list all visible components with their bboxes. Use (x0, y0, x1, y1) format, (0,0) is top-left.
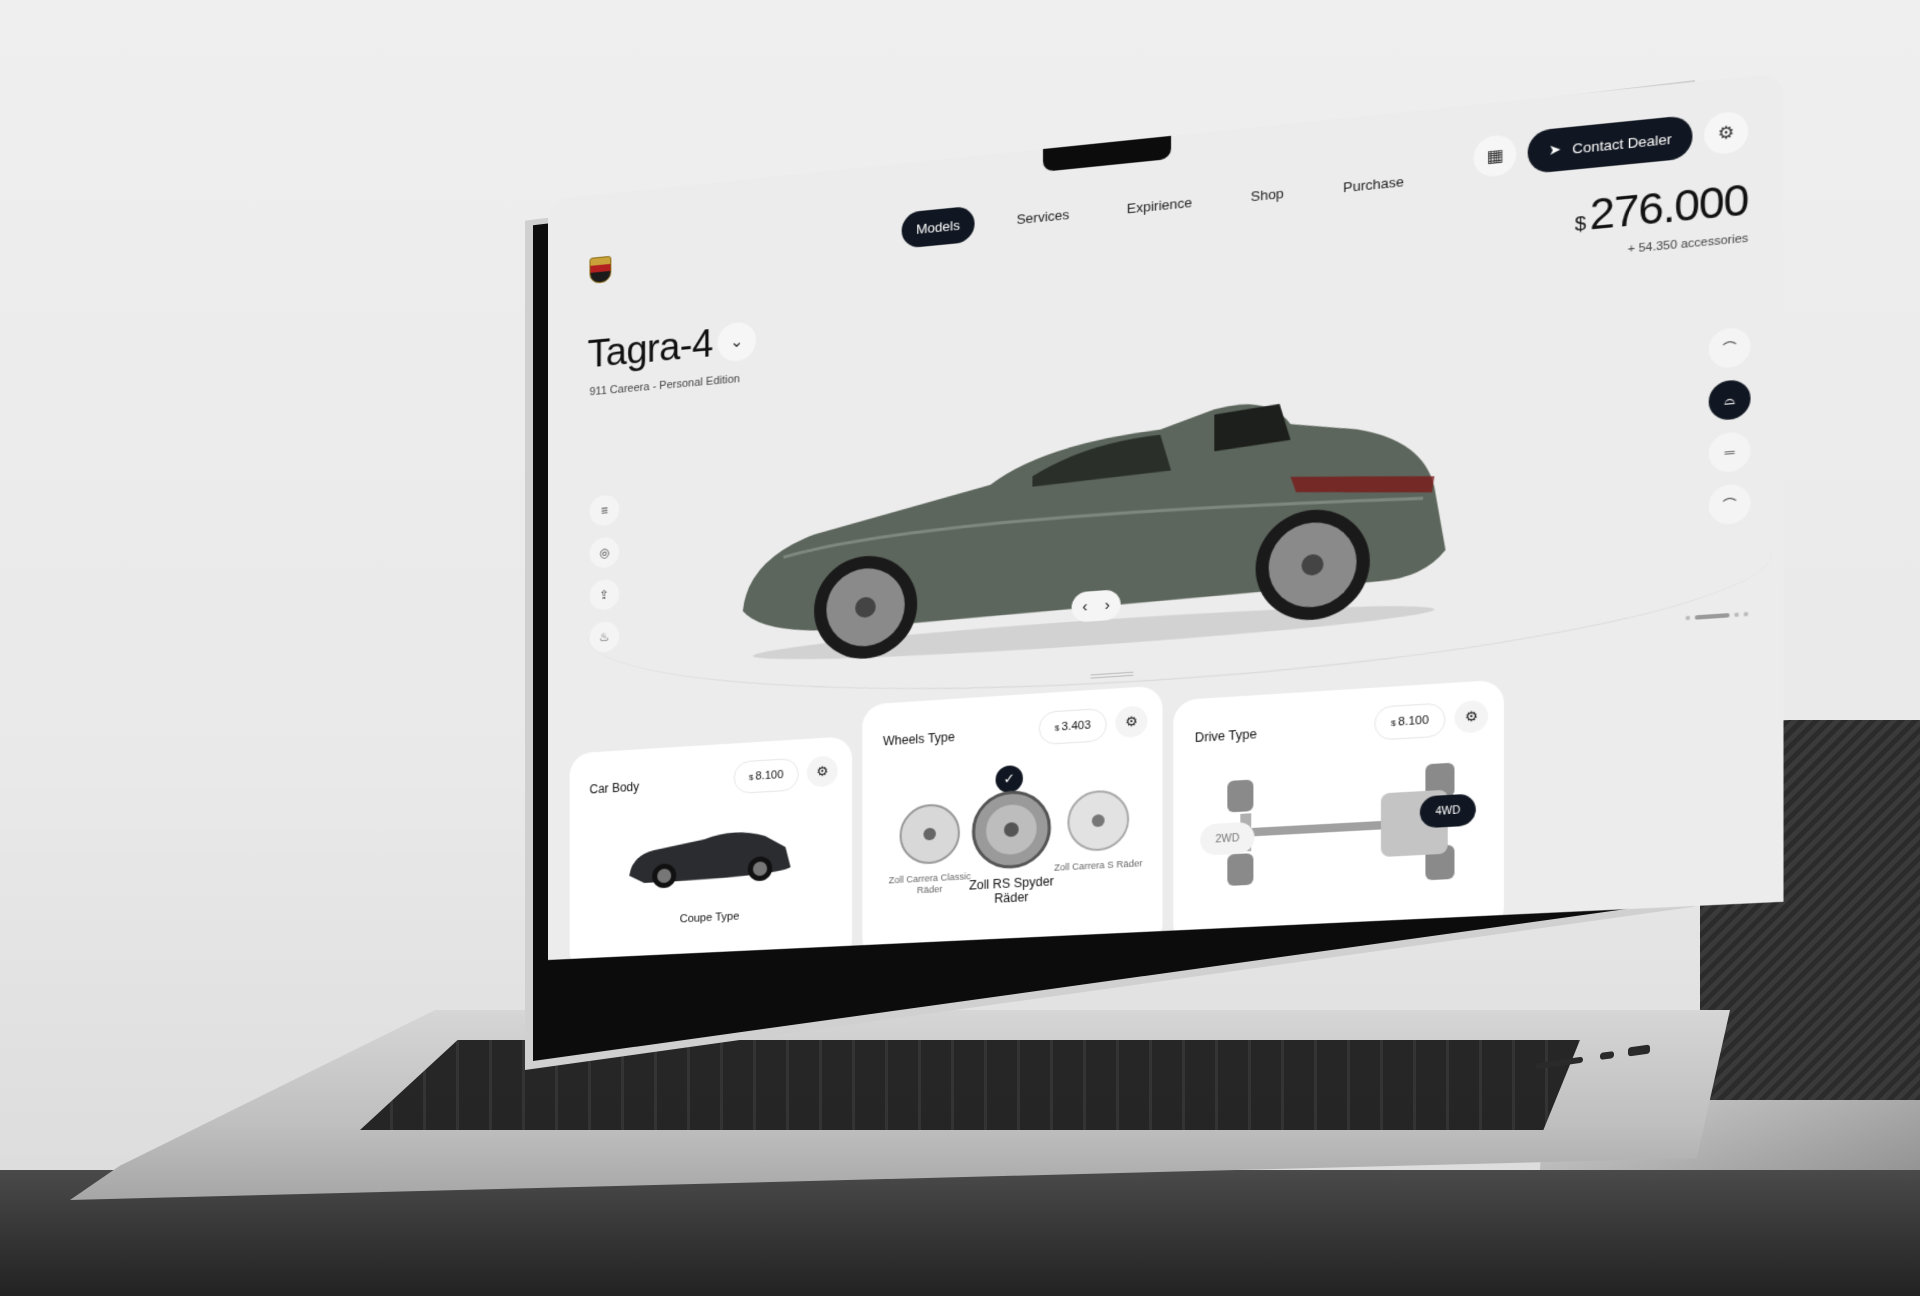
car-body-card[interactable]: Car Body $8.100 ⚙ Coupe Type (569, 736, 853, 960)
chevron-down-icon[interactable]: ⌄ (717, 320, 756, 363)
wheel-option-label: Zoll Carrera S Räder (1054, 857, 1143, 873)
laptop-screen: Models Services Expirience Shop Purchase… (548, 0, 1784, 1020)
nav-item-models[interactable]: Models (901, 205, 975, 249)
price-value: 8.100 (1398, 714, 1429, 729)
price-value: 8.100 (755, 768, 784, 783)
price-value: 3.403 (1061, 719, 1091, 734)
nav-item-services[interactable]: Services (1002, 195, 1084, 239)
wheel-option-label: Zoll Carrera Classic Räder (888, 870, 971, 896)
carousel-dots (1685, 611, 1749, 621)
gear-icon[interactable]: ⚙ (806, 755, 838, 788)
price-currency: $ (1390, 717, 1396, 728)
card-price: $8.100 (1374, 702, 1446, 741)
drive-card[interactable]: Drive Type $8.100 ⚙ 2WD 4WD (1173, 679, 1504, 947)
price-currency: $ (1574, 212, 1585, 236)
selected-body-label: Coupe Type (679, 910, 740, 926)
wheel-option-label: Zoll RS Spyder Räder (968, 873, 1054, 907)
drive-option-2wd[interactable]: 2WD (1200, 821, 1255, 856)
contact-dealer-button[interactable]: ➤ Contact Dealer (1528, 114, 1693, 175)
price-currency: $ (1054, 722, 1060, 733)
car-body-thumbnail (629, 829, 791, 889)
card-price: $8.100 (733, 757, 799, 795)
nav-item-experience[interactable]: Expirience (1112, 182, 1207, 228)
carousel-dot[interactable] (1743, 611, 1749, 617)
interior-icon[interactable]: ═ (1708, 430, 1751, 474)
price-currency: $ (748, 772, 754, 782)
card-title: Car Body (589, 779, 640, 797)
car-image (742, 387, 1446, 669)
card-price: $3.403 (1038, 707, 1107, 746)
nav-item-shop[interactable]: Shop (1235, 173, 1299, 216)
carousel-dot[interactable] (1685, 615, 1691, 621)
model-title: Tagra-4 (587, 322, 713, 377)
porsche-logo[interactable] (589, 255, 612, 284)
targa-icon[interactable]: ⌓ (1708, 378, 1751, 422)
total-price: $276.000 + 54.350 accessories (1575, 177, 1749, 261)
wheel-option-carrera-s[interactable] (1066, 788, 1130, 854)
headlight-icon[interactable]: ≡ (589, 494, 620, 527)
card-title: Wheels Type (883, 729, 955, 749)
price-value: 276.000 (1589, 176, 1749, 240)
drive-option-4wd[interactable]: 4WD (1419, 793, 1477, 829)
wheels-card[interactable]: Wheels Type $3.403 ⚙ Zoll Carrera Classi… (862, 685, 1163, 960)
convertible-icon[interactable]: ⌒ (1708, 326, 1751, 370)
configurator-page: Models Services Expirience Shop Purchase… (548, 72, 1784, 960)
chevron-left-icon[interactable]: ‹ (1082, 598, 1087, 616)
carousel-dot-active[interactable] (1694, 613, 1730, 620)
gear-icon[interactable]: ⚙ (1115, 705, 1148, 739)
price-amount: $276.000 (1575, 177, 1749, 242)
carousel-dot[interactable] (1734, 612, 1739, 618)
contact-dealer-label: Contact Dealer (1572, 130, 1672, 157)
grid-icon[interactable]: ▦ (1473, 133, 1517, 179)
main-nav: Models Services Expirience Shop Purchase (901, 161, 1420, 249)
gear-icon[interactable]: ⚙ (1454, 699, 1489, 734)
nav-item-purchase[interactable]: Purchase (1328, 161, 1420, 207)
header-actions: ▦ ➤ Contact Dealer ⚙ (1473, 109, 1749, 179)
chevron-right-icon[interactable]: › (1105, 596, 1110, 614)
wheel-option-classic[interactable] (899, 801, 961, 866)
model-subtitle: 911 Careera - Personal Edition (589, 372, 740, 399)
send-icon: ➤ (1548, 140, 1561, 159)
gear-icon[interactable]: ⚙ (1704, 110, 1749, 156)
wheel-option-rs-spyder[interactable] (971, 788, 1051, 871)
card-title: Drive Type (1194, 726, 1257, 746)
